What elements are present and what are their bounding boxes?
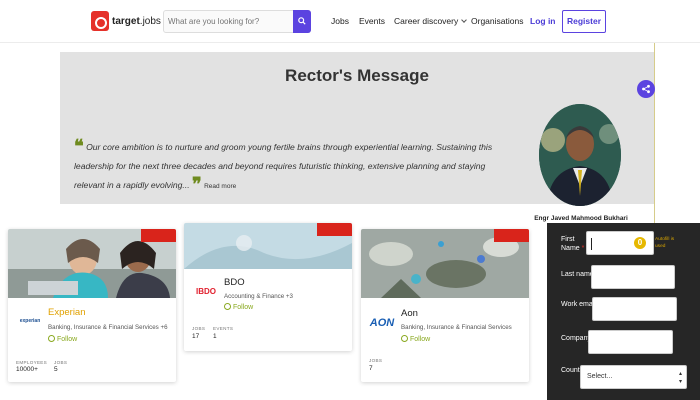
nav-organisations-link[interactable]: Organisations [471,16,523,26]
share-button[interactable] [637,80,655,98]
card-org-name[interactable]: BDO [224,277,245,288]
org-card-bdo[interactable]: IBDO BDO Accounting & Finance +3 Follow … [184,223,352,351]
aon-logo: AON [367,312,397,334]
country-select-value: Select... [587,373,613,380]
autofill-badge: 0 [634,237,646,249]
card-sector: Accounting & Finance +3 [224,293,293,300]
card-sector: Banking, Insurance & Financial Services [401,324,512,331]
banner-title: Rector's Message [285,66,429,85]
card-org-name[interactable]: Experian [48,307,86,318]
bdo-logo: IBDO [191,279,221,303]
stat-label: JOBS [369,358,383,363]
follow-icon [48,335,55,342]
logo-text: target.jobs [112,15,161,27]
divider [654,43,655,223]
follow-button[interactable]: Follow [48,335,77,343]
chevron-down-icon [461,17,468,23]
stat-value: 17 [192,333,200,340]
open-quote-icon: ❝ [74,136,84,156]
stat-value: 7 [369,365,373,372]
follow-button[interactable]: Follow [224,303,253,311]
search-box [163,10,311,33]
follow-button[interactable]: Follow [401,335,430,343]
country-select[interactable]: Select... ▴ ▾ [580,365,687,389]
org-card-aon[interactable]: AON Aon Banking, Insurance & Financial S… [361,229,529,382]
stat-value: 1 [213,333,217,340]
quote-text: Our core ambition is to nurture and groo… [74,142,493,190]
search-button[interactable] [293,10,311,33]
follow-icon [224,303,231,310]
read-more-link[interactable]: Read more [204,183,236,190]
autofill-hint: Autofill is used [655,237,675,249]
last-name-input[interactable] [592,266,674,288]
rector-portrait [539,104,621,206]
login-link[interactable]: Log in [530,16,556,26]
experian-logo: experian [14,308,46,334]
nav-career-discovery-link[interactable]: Career discovery [394,16,468,26]
featured-tag [494,229,529,242]
card-sector: Banking, Insurance & Financial Services … [48,324,168,331]
company-label: Company [561,335,591,342]
work-email-field[interactable] [592,297,677,321]
nav-events-link[interactable]: Events [359,16,385,26]
stat-label: EVENTS [213,326,234,331]
search-icon [298,17,306,25]
rector-name: Engr Javed Mahmood Bukhari [534,215,628,222]
stat-label: JOBS [192,326,206,331]
search-input[interactable] [168,14,290,29]
work-email-input[interactable] [593,298,676,320]
follow-icon [401,335,408,342]
stat-label: JOBS [54,360,68,365]
company-input[interactable] [589,331,672,353]
stat-label: EMPLOYEES [16,360,48,365]
top-nav: target.jobs Jobs Events Career discovery… [0,0,700,43]
text-caret [591,238,592,250]
close-quote-icon: ❞ [192,174,202,194]
rector-quote: ❝ Our core ambition is to nurture and gr… [74,136,494,196]
targetjobs-logo[interactable]: target.jobs [91,10,161,32]
featured-tag [141,229,176,242]
featured-tag [317,223,352,236]
nav-career-discovery-label: Career discovery [394,16,459,26]
register-button[interactable]: Register [562,10,606,33]
company-field[interactable] [588,330,673,354]
share-icon [642,84,650,94]
stat-value: 10000+ [16,366,38,373]
select-arrows-icon: ▴ ▾ [678,371,682,385]
nav-jobs-link[interactable]: Jobs [331,16,349,26]
org-card-experian[interactable]: experian Experian Banking, Insurance & F… [8,229,176,382]
last-name-field[interactable] [591,265,675,289]
logo-icon [91,11,109,31]
stat-value: 5 [54,366,58,373]
first-name-label: First Name * [561,236,585,252]
card-org-name[interactable]: Aon [401,308,418,319]
